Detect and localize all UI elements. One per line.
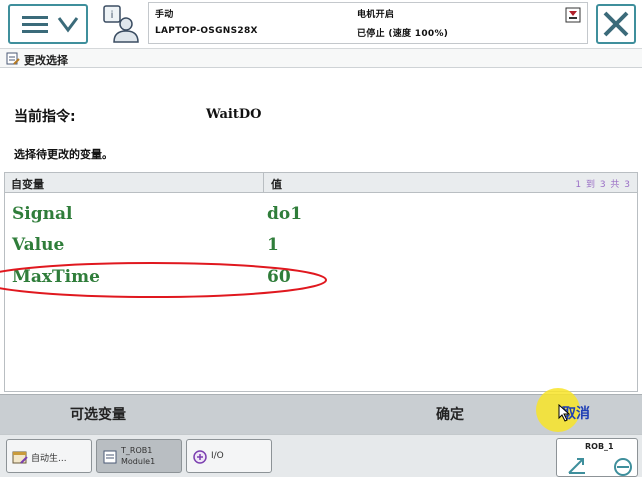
chevron-down-icon <box>57 17 79 33</box>
task-label-line2: Module1 <box>121 457 156 466</box>
mouse-cursor-icon <box>558 404 571 422</box>
task-label: T_ROB1 Module1 <box>121 445 155 467</box>
task-autogen[interactable]: 自动生... <box>6 439 92 473</box>
table-header: 自变量 值 1 到 3 共 3 <box>5 173 637 193</box>
argument-name: Value <box>12 235 65 255</box>
motors-state: 电机开启 <box>357 10 395 20</box>
io-icon <box>193 450 207 464</box>
current-instruction-label: 当前指令: <box>14 109 76 125</box>
close-icon <box>603 11 629 37</box>
jog-axes-icon <box>568 458 632 476</box>
task-io[interactable]: I/O <box>186 439 272 473</box>
header-divider <box>263 173 264 193</box>
table-row[interactable]: Signal do1 <box>5 198 637 229</box>
top-status-bar: i 手动 LAPTOP-OSGNS28X 电机开启 已停止 (速度 100%) <box>0 0 642 48</box>
select-prompt: 选择待更改的变量。 <box>14 148 113 161</box>
header-argument: 自变量 <box>11 178 44 191</box>
current-instruction-value: WaitDO <box>206 107 262 122</box>
ok-button[interactable]: 确定 <box>436 404 464 424</box>
close-button[interactable] <box>596 4 636 44</box>
window-title-bar: 更改选择 <box>0 48 642 68</box>
status-panel[interactable]: 手动 LAPTOP-OSGNS28X 电机开启 已停止 (速度 100%) <box>148 2 588 44</box>
task-label: I/O <box>211 451 224 461</box>
argument-value: 1 <box>267 235 279 255</box>
highlight-ellipse <box>0 262 327 298</box>
task-bar: 自动生... T_ROB1 Module1 I/O <box>0 434 642 477</box>
program-window-icon <box>12 451 28 464</box>
header-value: 值 <box>271 178 282 191</box>
window-title: 更改选择 <box>24 54 68 67</box>
svg-text:i: i <box>111 10 114 21</box>
mechanical-unit-label: ROB_1 <box>585 442 614 451</box>
argument-name: Signal <box>12 204 73 224</box>
status-flag-icon <box>565 7 581 23</box>
program-module-icon <box>103 450 117 464</box>
optional-arguments-button[interactable]: 可选变量 <box>70 404 126 424</box>
system-name: LAPTOP-OSGNS28X <box>155 26 258 36</box>
argument-value: do1 <box>267 204 303 224</box>
operator-info-icon[interactable]: i <box>100 4 142 44</box>
main-menu-button[interactable] <box>8 4 88 44</box>
hamburger-menu-icon <box>22 16 48 34</box>
quickset-button[interactable]: ROB_1 <box>556 438 638 477</box>
task-label-line1: T_ROB1 <box>121 446 153 455</box>
table-row[interactable]: Value 1 <box>5 229 637 260</box>
task-label: 自动生... <box>31 454 67 464</box>
task-t-rob1[interactable]: T_ROB1 Module1 <box>96 439 182 473</box>
program-state: 已停止 (速度 100%) <box>357 29 449 39</box>
window-edit-icon <box>6 52 20 65</box>
operating-mode: 手动 <box>155 10 174 20</box>
row-pager: 1 到 3 共 3 <box>575 180 631 190</box>
